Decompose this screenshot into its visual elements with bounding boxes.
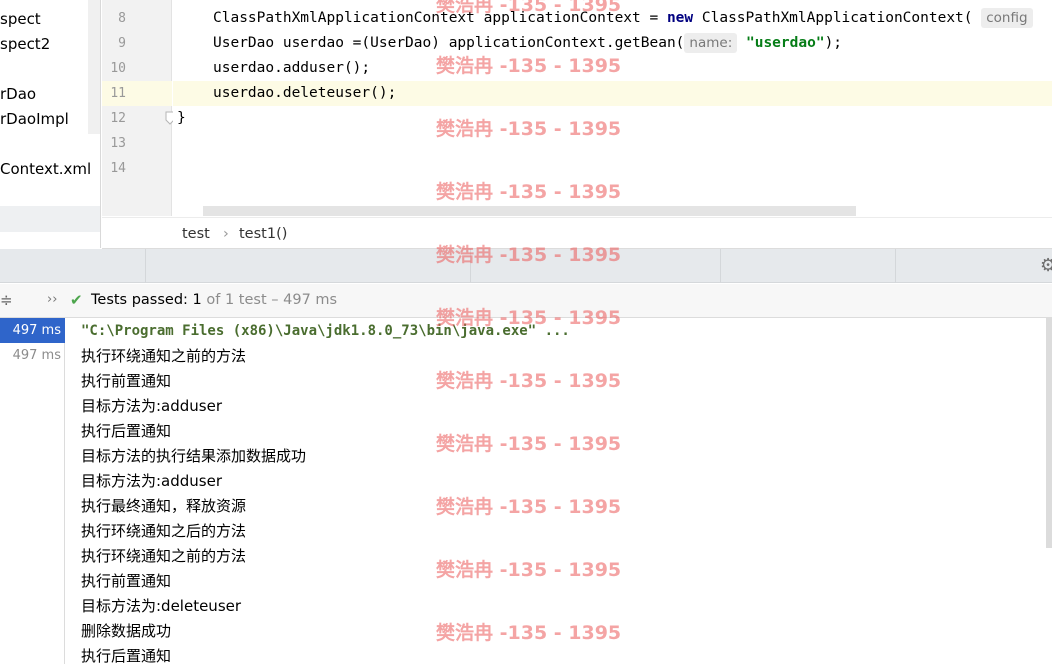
breadcrumb-class[interactable]: test xyxy=(182,218,210,250)
console-line: 执行最终通知，释放资源 xyxy=(81,497,247,515)
line-number: 13 xyxy=(110,136,126,151)
parameter-hint: config xyxy=(981,8,1033,28)
collapse-all-icon[interactable]: ≑ xyxy=(0,284,13,316)
tree-item-userdaoimpl[interactable]: rDaoImpl xyxy=(0,107,69,132)
header-divider xyxy=(895,249,896,283)
editor-horizontal-scrollbar[interactable] xyxy=(203,206,856,216)
more-actions-icon[interactable]: ›› xyxy=(47,284,57,316)
console-line: 目标方法为:deleteuser xyxy=(81,597,242,615)
passed-count: 1 xyxy=(192,292,202,308)
code-line-10: userdao.adduser(); xyxy=(213,60,371,76)
header-divider xyxy=(470,249,471,283)
status-label: Tests passed: xyxy=(91,292,193,308)
project-tree: spect spect2 rDao rDaoImpl Context.xml xyxy=(0,0,101,248)
check-icon: ✔ xyxy=(70,291,83,309)
console-line: 执行环绕通知之前的方法 xyxy=(81,347,247,365)
test-tree-row-selected[interactable]: 497 ms xyxy=(0,318,65,343)
parameter-hint: name: xyxy=(684,33,738,53)
console-line: 目标方法的执行结果添加数据成功 xyxy=(81,447,307,465)
test-tree: 497 ms 497 ms xyxy=(0,318,65,664)
tree-item-aspect[interactable]: spect xyxy=(0,7,41,32)
code-text: ClassPathXmlApplicationContext( xyxy=(693,10,973,26)
code-text: ClassPathXmlApplicationContext applicati… xyxy=(213,10,667,26)
console-output[interactable]: "C:\Program Files (x86)\Java\jdk1.8.0_73… xyxy=(66,318,1052,664)
code-text: UserDao userdao =(UserDao) applicationCo… xyxy=(213,35,685,51)
console-line: 目标方法为:adduser xyxy=(81,472,223,490)
console-vertical-scrollbar[interactable] xyxy=(1046,318,1052,548)
line-number: 8 xyxy=(118,11,126,26)
breadcrumb-method[interactable]: test1() xyxy=(239,218,287,250)
console-line: 目标方法为:adduser xyxy=(81,397,223,415)
line-number: 11 xyxy=(110,86,126,101)
code-line-9: UserDao userdao =(UserDao) applicationCo… xyxy=(213,31,842,56)
breadcrumb: test › test1() xyxy=(102,217,1052,249)
tree-item-aspect2[interactable]: spect2 xyxy=(0,32,50,57)
editor-gutter: 8 9 10 11 12 13 14 xyxy=(102,0,175,216)
console-line: 执行前置通知 xyxy=(81,572,172,590)
console-command-line: "C:\Program Files (x86)\Java\jdk1.8.0_73… xyxy=(81,323,570,339)
run-tool-window-header xyxy=(0,249,1052,283)
test-results-toolbar: ≑ ›› ✔ Tests passed: 1 of 1 test – 497 m… xyxy=(0,284,1052,318)
console-line: 删除数据成功 xyxy=(81,622,172,640)
breadcrumb-separator-icon: › xyxy=(223,226,229,242)
keyword-new: new xyxy=(666,10,694,26)
string-literal: "userdao" xyxy=(745,35,825,51)
code-text: ); xyxy=(824,35,843,51)
console-line: 执行环绕通知之前的方法 xyxy=(81,547,247,565)
project-tree-selection xyxy=(0,206,100,232)
line-number: 12 xyxy=(110,111,126,126)
console-line: 执行后置通知 xyxy=(81,647,172,664)
tree-item-applicationcontext-xml[interactable]: Context.xml xyxy=(0,157,91,182)
code-line-12: } xyxy=(177,110,186,126)
console-line: 执行前置通知 xyxy=(81,372,172,390)
test-tree-row[interactable]: 497 ms xyxy=(0,343,65,368)
header-divider xyxy=(145,249,146,283)
gear-icon[interactable]: ⚙ xyxy=(1040,255,1052,276)
code-line-8: ClassPathXmlApplicationContext applicati… xyxy=(213,6,1033,31)
tree-item-userdao[interactable]: rDao xyxy=(0,82,36,107)
line-number: 14 xyxy=(110,161,126,176)
console-line: 执行后置通知 xyxy=(81,422,172,440)
code-line-11: userdao.deleteuser(); xyxy=(213,85,397,101)
header-divider xyxy=(720,249,721,283)
code-editor[interactable]: ClassPathXmlApplicationContext applicati… xyxy=(173,0,1052,216)
project-tree-scrollbar[interactable] xyxy=(88,0,100,134)
total-tests-text: of 1 test – 497 ms xyxy=(201,292,338,308)
console-line: 执行环绕通知之后的方法 xyxy=(81,522,247,540)
test-status: Tests passed: 1 of 1 test – 497 ms xyxy=(91,284,337,316)
line-number: 10 xyxy=(110,61,126,76)
line-number: 9 xyxy=(118,36,126,51)
